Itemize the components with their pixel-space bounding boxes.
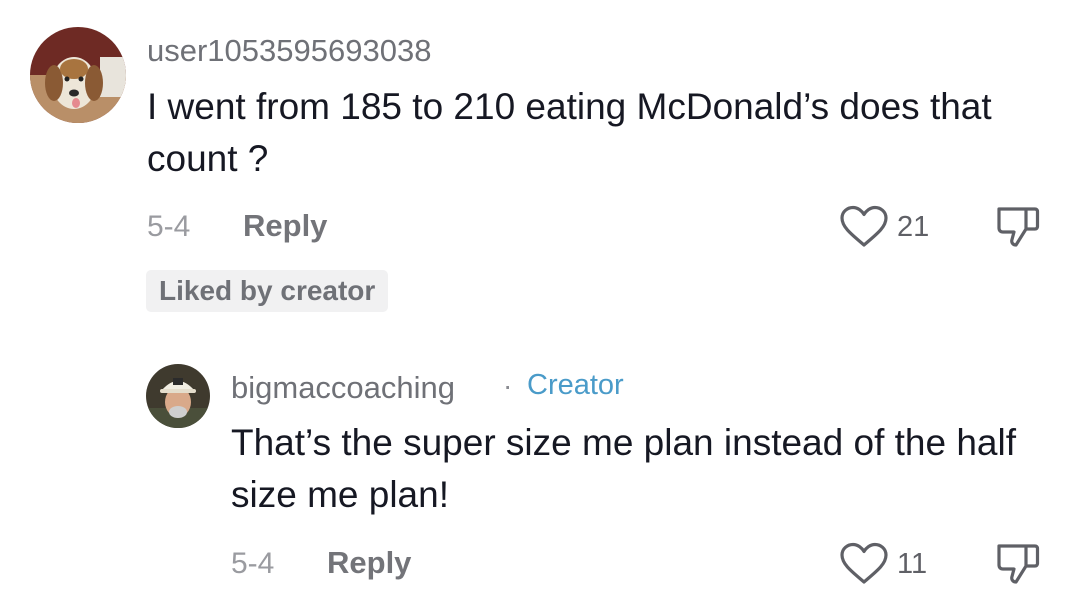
thumbs-down-outline-icon — [997, 544, 1040, 584]
heart-outline-icon — [840, 205, 888, 247]
comment-date: 5-4 — [147, 210, 191, 243]
like-count: 11 — [897, 548, 928, 580]
dog-avatar-image — [30, 27, 126, 123]
avatar[interactable] — [146, 364, 210, 428]
comment-username[interactable]: user1053595693038 — [147, 33, 431, 69]
heart-outline-icon — [840, 542, 888, 584]
dislike-button[interactable] — [995, 541, 1041, 587]
separator-dot: · — [503, 370, 513, 401]
person-avatar-image — [146, 364, 210, 428]
liked-by-creator-badge: Liked by creator — [146, 270, 389, 312]
like-count: 21 — [897, 211, 930, 243]
reply-date: 5-4 — [231, 547, 275, 580]
reply-username[interactable]: bigmaccoaching — [231, 370, 455, 406]
reply-button[interactable]: Reply — [243, 208, 327, 244]
comment-text: I went from 185 to 210 eating McDonald’s… — [147, 86, 992, 179]
reply-button[interactable]: Reply — [327, 545, 411, 581]
avatar[interactable] — [30, 27, 126, 123]
creator-label: Creator — [527, 369, 624, 401]
reply-text: That’s the super size me plan instead of… — [231, 422, 1017, 515]
like-button[interactable] — [839, 205, 889, 249]
like-button[interactable] — [839, 542, 889, 586]
thumbs-down-outline-icon — [997, 207, 1040, 247]
dislike-button[interactable] — [995, 204, 1041, 250]
